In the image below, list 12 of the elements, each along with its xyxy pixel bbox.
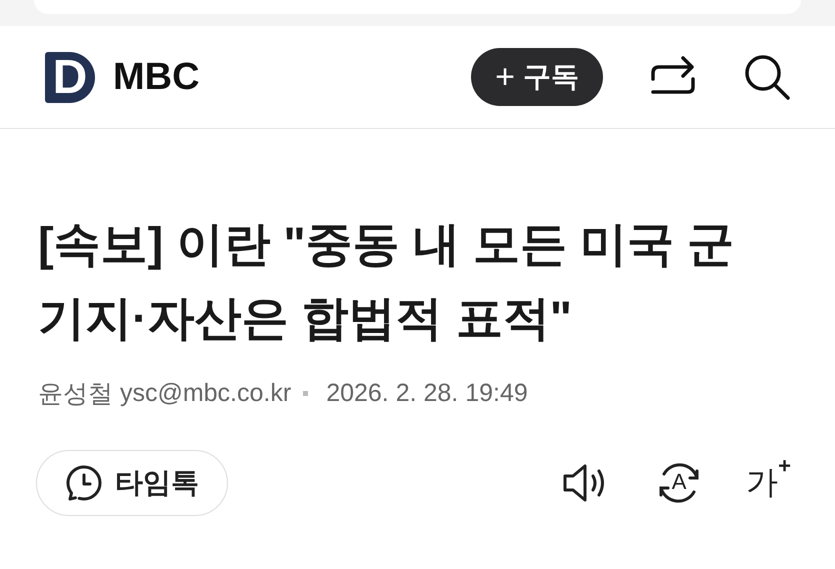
headline: [속보] 이란 "중동 내 모든 미국 군 기지·자산은 합법적 표적" (38, 216, 735, 346)
search-icon[interactable] (743, 53, 791, 101)
clock-bubble-icon (65, 464, 103, 502)
author-name: 윤성철 (38, 379, 113, 410)
font-size-button[interactable]: 가$^{+}$ (746, 461, 791, 505)
timetalk-button[interactable]: 타임톡 (36, 450, 228, 516)
logo: D (45, 52, 95, 102)
brand-name: MBC (113, 56, 200, 98)
author-email: ysc@mbc.co.kr (120, 379, 292, 408)
subscribe-button[interactable]: + 구독 (471, 48, 603, 106)
publish-date: 2026. 2. 28. 19:49 (326, 379, 528, 408)
translate-button[interactable]: A (656, 460, 702, 506)
